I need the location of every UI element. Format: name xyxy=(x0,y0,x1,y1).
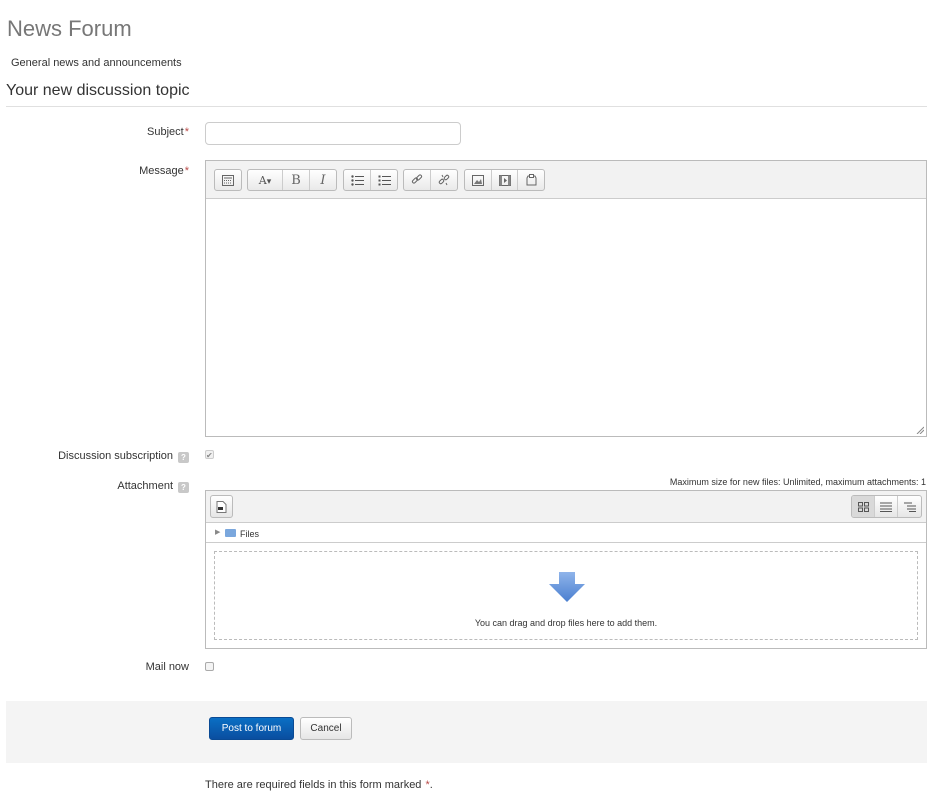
mail-now-label: Mail now xyxy=(145,661,189,673)
add-file-icon xyxy=(216,500,227,513)
collapse-button[interactable] xyxy=(215,170,241,190)
media-icon xyxy=(498,174,511,186)
link-icon xyxy=(411,174,423,184)
view-switcher xyxy=(851,495,922,518)
italic-icon: I xyxy=(320,172,326,188)
tree-view-icon xyxy=(903,502,916,512)
file-picker-toolbar xyxy=(206,491,926,523)
required-mark: * xyxy=(184,126,189,138)
file-drop-zone[interactable]: You can drag and drop files here to add … xyxy=(214,551,918,640)
page-title: News Forum xyxy=(7,16,132,41)
subject-input[interactable] xyxy=(205,122,461,145)
forum-intro: General news and announcements xyxy=(11,57,182,69)
paste-icon xyxy=(526,174,536,186)
required-fields-note: There are required fields in this form m… xyxy=(205,779,433,791)
image-icon xyxy=(472,174,484,186)
attachment-limits: Maximum size for new files: Unlimited, m… xyxy=(669,477,926,487)
help-icon[interactable]: ? xyxy=(178,482,189,493)
message-label: Message* xyxy=(139,165,189,177)
tree-view-button[interactable] xyxy=(898,496,921,517)
collapse-icon xyxy=(222,174,234,186)
discussion-subscription-checkbox[interactable]: ✔ xyxy=(205,450,214,460)
folder-icon xyxy=(225,529,236,537)
expand-arrow-icon[interactable]: ▶ xyxy=(215,528,220,536)
image-button[interactable] xyxy=(465,170,492,190)
add-file-button[interactable] xyxy=(210,495,233,518)
font-style-icon: A▾ xyxy=(258,173,272,187)
section-divider xyxy=(6,106,927,107)
message-textarea[interactable] xyxy=(206,199,926,436)
icon-view-button[interactable] xyxy=(852,496,875,517)
toolbar-group-links xyxy=(403,169,458,191)
italic-button[interactable]: I xyxy=(310,170,336,190)
list-view-icon xyxy=(880,502,892,512)
paste-button[interactable] xyxy=(518,170,544,190)
checkmark-icon: ✔ xyxy=(206,451,213,460)
section-title: Your new discussion topic xyxy=(6,82,190,99)
help-icon[interactable]: ? xyxy=(178,452,189,463)
editor-toolbar: A▾ B I xyxy=(206,161,926,199)
drop-zone-text: You can drag and drop files here to add … xyxy=(474,618,658,628)
message-editor: A▾ B I xyxy=(205,160,927,437)
toolbar-group-lists xyxy=(343,169,398,191)
toolbar-group-collapse xyxy=(214,169,242,191)
ordered-list-icon xyxy=(378,175,391,185)
bold-icon: B xyxy=(291,172,301,188)
resize-grip-icon[interactable] xyxy=(916,426,924,434)
folder-label[interactable]: Files xyxy=(240,529,259,539)
form-actions xyxy=(6,701,927,763)
grid-view-icon xyxy=(857,501,869,512)
unlink-button[interactable] xyxy=(431,170,457,190)
unordered-list-button[interactable] xyxy=(344,170,371,190)
link-button[interactable] xyxy=(404,170,431,190)
toolbar-group-media xyxy=(464,169,545,191)
discussion-subscription-label: Discussion subscription xyxy=(58,450,173,462)
file-picker-path: ▶ Files xyxy=(206,523,926,543)
bold-button[interactable]: B xyxy=(283,170,310,190)
post-to-forum-button[interactable]: Post to forum xyxy=(209,717,294,740)
mail-now-checkbox[interactable] xyxy=(205,662,214,671)
font-style-button[interactable]: A▾ xyxy=(248,170,283,190)
file-picker: ▶ Files You can drag and drop files here… xyxy=(205,490,927,649)
unordered-list-icon xyxy=(350,174,364,186)
required-mark: * xyxy=(184,165,189,177)
subject-label: Subject* xyxy=(147,126,189,138)
list-view-button[interactable] xyxy=(875,496,898,517)
drop-arrow-icon xyxy=(549,572,585,602)
toolbar-group-style: A▾ B I xyxy=(247,169,337,191)
media-button[interactable] xyxy=(492,170,518,190)
unlink-icon xyxy=(438,174,450,186)
cancel-button[interactable]: Cancel xyxy=(300,717,352,740)
ordered-list-button[interactable] xyxy=(371,170,397,190)
attachment-label: Attachment xyxy=(117,480,173,492)
